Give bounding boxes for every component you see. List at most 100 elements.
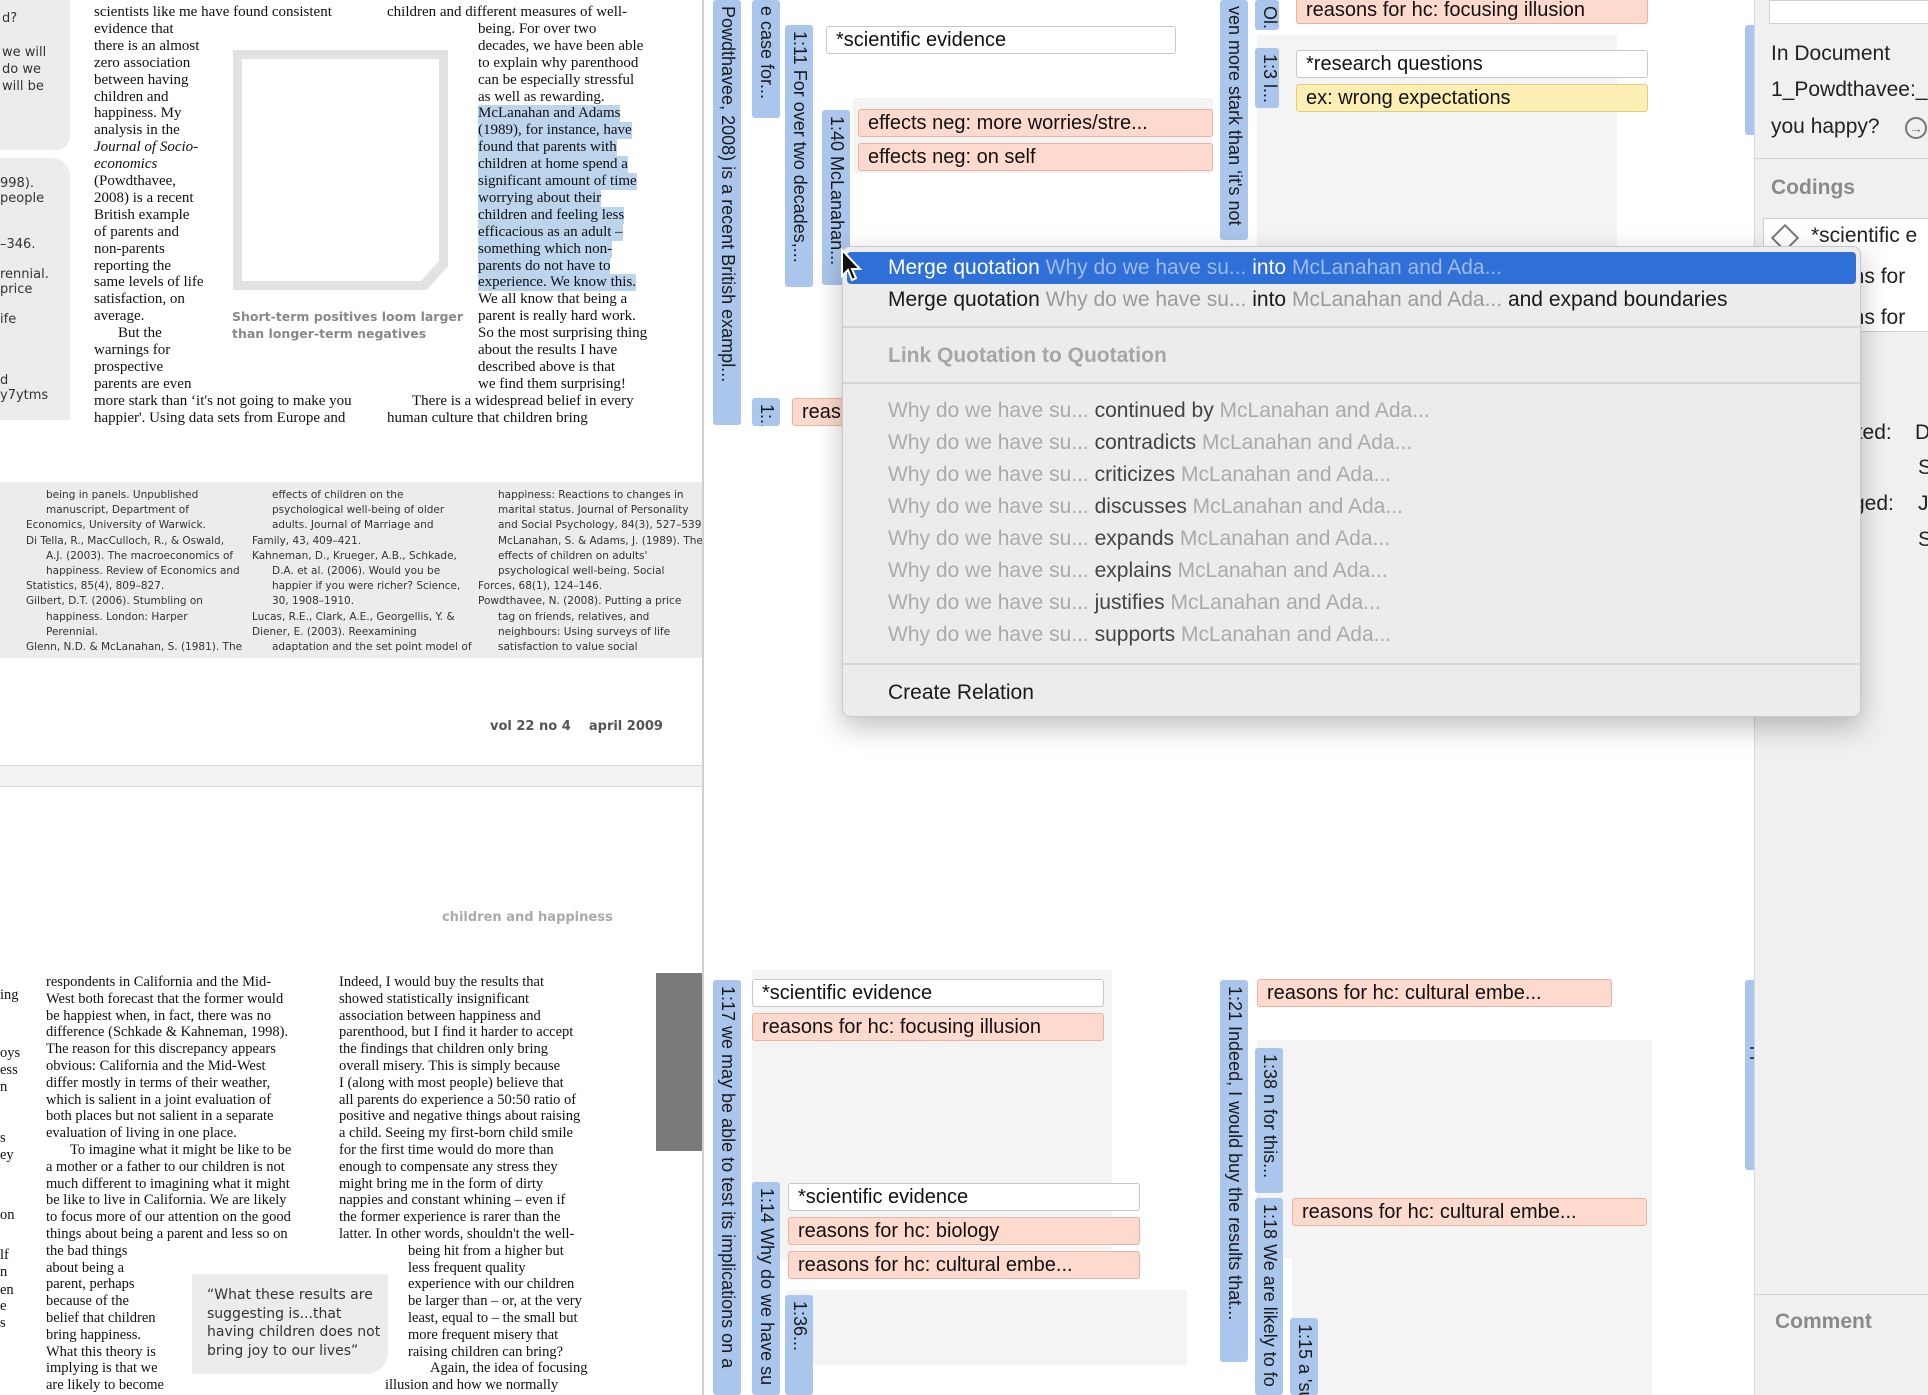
quotation-bar[interactable]: 1:14 Why do we have su [752, 1182, 780, 1395]
quotation-bar[interactable]: 1:36... [785, 1295, 813, 1395]
quotation-bar[interactable]: e case for... [752, 0, 780, 118]
quotation-bar[interactable]: 1:21 Indeed, I would buy the results tha… [1220, 980, 1248, 1362]
quotation-bar[interactable]: 1:15 a 'su [1290, 1318, 1318, 1395]
body-text-line: The reason for this discrepancy appears [46, 1041, 276, 1058]
menu-item-merge-expand[interactable]: Merge quotation Why do we have su... int… [847, 284, 1856, 316]
clipped-text: s [0, 1130, 6, 1146]
code-tag[interactable]: effects neg: more worries/stre... [858, 109, 1213, 137]
body-text-line: children and [94, 88, 169, 105]
body-text-line: warnings for [94, 342, 171, 358]
body-text-line: There is a widespread belief in every [412, 392, 634, 409]
highlighted-quotation-line: (1989), for instance, have [478, 122, 632, 140]
figure-frame [233, 50, 448, 290]
body-text-line: positive and negative things about raisi… [339, 1108, 581, 1125]
menu-item-relation[interactable]: Why do we have su... explains McLanahan … [847, 555, 1856, 587]
reference-line: Diener, E. (2003). Reexamining [252, 625, 417, 638]
body-text-line: illusion and how we normally [385, 1377, 559, 1394]
reference-line: effects of children on the [272, 489, 404, 501]
menu-item-merge-quotation[interactable]: Merge quotation Why do we have su... int… [847, 252, 1856, 284]
quotation-bar[interactable]: 1:17 we may be able to test its implicat… [713, 980, 741, 1395]
body-text-line: can be especially stressful [478, 71, 635, 88]
reference-line: manuscript, Department of [46, 504, 189, 517]
relation-type: justifies [1094, 591, 1165, 614]
body-text-line: latter. In other words, shouldn't the we… [339, 1226, 575, 1242]
menu-item-relation[interactable]: Why do we have su... discusses McLanahan… [847, 491, 1856, 523]
quotation-bar-label: ven more stark than ‘it's not [1225, 6, 1245, 226]
pull-quote-line: “What these results are [207, 1287, 373, 1303]
code-tag[interactable]: *scientific evidence [752, 979, 1104, 1007]
clipped-text: price [0, 282, 33, 297]
code-tag[interactable]: ex: wrong expectations [1296, 84, 1648, 112]
body-text-line: both places but not salient in a separat… [46, 1108, 274, 1125]
relation-type: expands [1094, 527, 1175, 550]
quotation-bar[interactable]: 1:11 For over two decades,... [785, 25, 813, 287]
body-text-line: about being a [46, 1259, 125, 1276]
quotation-bar[interactable]: Powdthavee, 2008) is a recent British ex… [713, 0, 741, 425]
body-text-line: I (along with most people) believe that [339, 1074, 564, 1091]
body-text-line: to explain why parenthood [478, 54, 639, 71]
clipped-text: e [0, 1298, 7, 1314]
reference-line: and Social Psychology, 84(3), 527–539. [498, 519, 704, 532]
code-tag[interactable]: *scientific evidence [788, 1183, 1140, 1211]
body-text-line: decades, we have been able [478, 37, 644, 54]
body-text-line: West both forecast that the former would [46, 990, 284, 1007]
code-tag[interactable]: effects neg: on self [858, 143, 1213, 171]
code-tag[interactable]: reasons for hc: cultural embe... [788, 1251, 1140, 1279]
body-text-line: belief that children [46, 1310, 156, 1326]
quotation-bar-label: 1:36... [790, 1301, 810, 1352]
body-text-line: be happiest when, in fact, there was no [46, 1007, 272, 1024]
inspector-top-field[interactable] [1769, 0, 1928, 24]
body-text-line: parent is really hard work. [478, 308, 636, 325]
quotation-bar-label: 1:14 Why do we have su [757, 1188, 777, 1386]
relation-target: McLanahan and Ada... [1170, 591, 1381, 614]
clipped-text: we will [2, 45, 47, 60]
code-tag[interactable]: reasons for hc: focusing illusion [1296, 0, 1648, 24]
body-text-line: respondents in California and the Mid- [46, 974, 272, 990]
code-tag[interactable]: reasons for hc: biology [788, 1217, 1140, 1245]
divider [1755, 1294, 1928, 1295]
code-tag[interactable]: *scientific evidence [826, 26, 1176, 54]
go-to-document-icon[interactable]: → [1905, 117, 1927, 139]
quotation-bar[interactable]: Ol... [1255, 0, 1279, 30]
menu-separator [843, 663, 1860, 665]
clipped-text: n [0, 1264, 8, 1280]
body-text-line: experience with our children [408, 1276, 575, 1293]
menu-item-relation[interactable]: Why do we have su... supports McLanahan … [847, 619, 1856, 651]
body-text-line: parents are even [94, 375, 192, 392]
reference-line: Economics, University of Warwick. [26, 519, 206, 532]
context-menu[interactable]: Merge quotation Why do we have su... int… [842, 246, 1861, 717]
running-head: children and happiness [442, 910, 613, 925]
code-tag[interactable]: reasons for hc: focusing illusion [752, 1013, 1104, 1041]
menu-item-relation[interactable]: Why do we have su... criticizes McLanaha… [847, 459, 1856, 491]
quotation-bar[interactable]: 1:35 For o... [1745, 25, 1754, 135]
body-text-line: average. [94, 308, 145, 325]
code-group-background [1257, 1040, 1652, 1215]
quotation-bar[interactable]: 1:38 n for this... [1255, 1048, 1283, 1193]
reference-line: happiness. London: Harper [46, 610, 188, 623]
quotation-bar[interactable]: 1:13 happiness. Wh... [1745, 980, 1754, 1170]
menu-item-relation[interactable]: Why do we have su... continued by McLana… [847, 395, 1856, 427]
menu-item-relation[interactable]: Why do we have su... contradicts McLanah… [847, 427, 1856, 459]
quotation-bar[interactable]: 1:18 We are likely to fo [1255, 1198, 1283, 1395]
coding-list-item[interactable]: *scientific e [1811, 224, 1917, 248]
body-text-line: evidence that [94, 20, 174, 37]
menu-item-create-relation[interactable]: Create Relation [847, 677, 1856, 709]
body-text-line: being. For over two [478, 20, 597, 37]
body-text-line: which is salient in a joint evaluation o… [46, 1091, 272, 1108]
quotation-bar[interactable]: ven more stark than ‘it's not [1220, 0, 1248, 240]
highlighted-quotation-line: McLanahan and Adams [478, 105, 621, 123]
code-tag[interactable]: reasons for hc: cultural embe... [1257, 979, 1612, 1007]
clipped-text: s [0, 1315, 6, 1331]
quotation-bar[interactable]: 1:... [752, 398, 780, 426]
document-pane[interactable]: d? we will do we will be 998). people –346. ren… [0, 0, 704, 1395]
changed-value: J [1918, 492, 1928, 515]
clipped-text: lf [0, 1247, 9, 1263]
menu-item-relation[interactable]: Why do we have su... justifies McLanahan… [847, 587, 1856, 619]
menu-item-relation[interactable]: Why do we have su... expands McLanahan a… [847, 523, 1856, 555]
code-tag[interactable]: reasons for hc: cultural embe... [1292, 1198, 1647, 1226]
quotation-bar[interactable]: 1:3 l... [1255, 48, 1279, 108]
clipped-text: y7ytms [0, 388, 49, 403]
relation-source: Why do we have su... [888, 431, 1089, 454]
code-tag[interactable]: *research questions [1296, 50, 1648, 78]
quotation-bar-label: 1:38 n for this... [1260, 1054, 1280, 1179]
